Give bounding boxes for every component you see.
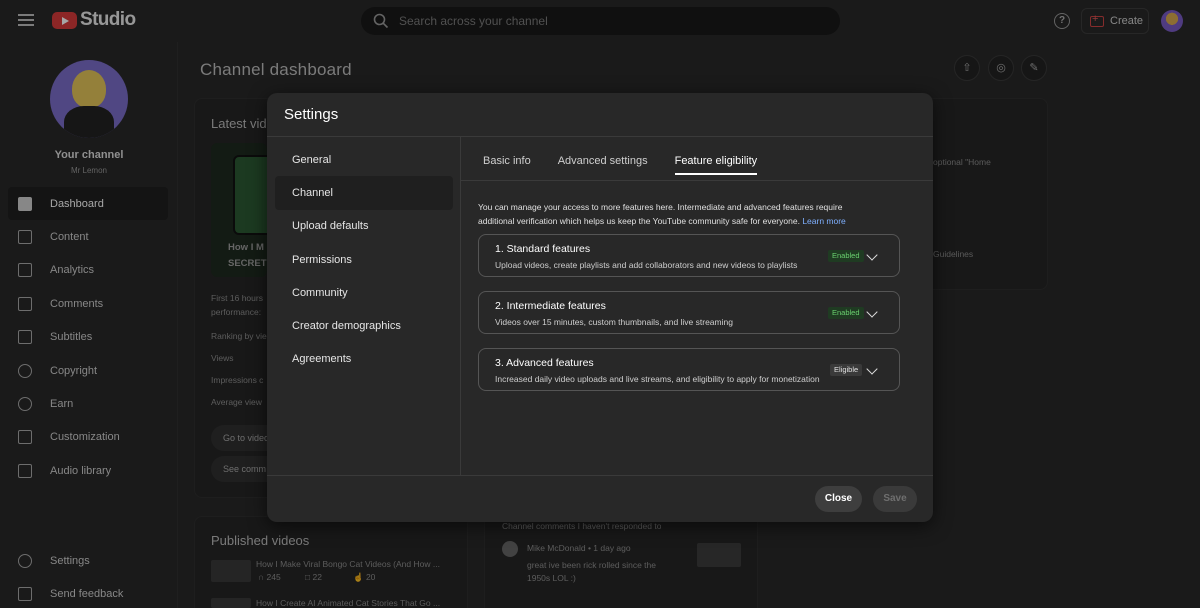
settings-nav: General Channel Upload defaults Permissi…	[275, 143, 453, 376]
feature-desc: Increased daily video uploads and live s…	[495, 374, 820, 384]
standard-features-panel[interactable]: 1. Standard features Upload videos, crea…	[478, 234, 900, 277]
tab-feature-eligibility[interactable]: Feature eligibility	[674, 155, 758, 175]
chevron-down-icon[interactable]	[866, 306, 878, 318]
feature-title: 2. Intermediate features	[495, 300, 606, 312]
status-badge: Enabled	[828, 307, 864, 319]
feature-title: 1. Standard features	[495, 243, 591, 255]
feature-title: 3. Advanced features	[495, 357, 594, 369]
tab-advanced-settings[interactable]: Advanced settings	[558, 155, 648, 175]
close-button[interactable]: Close	[815, 486, 862, 512]
tabs-divider	[461, 180, 933, 181]
status-badge: Eligible	[830, 364, 863, 376]
divider	[267, 136, 933, 137]
settings-nav-general[interactable]: General	[275, 143, 453, 176]
feature-description: You can manage your access to more featu…	[478, 200, 878, 228]
chevron-down-icon[interactable]	[866, 249, 878, 261]
learn-more-link[interactable]: Learn more	[802, 216, 845, 226]
settings-nav-permissions[interactable]: Permissions	[275, 243, 453, 276]
settings-nav-agreements[interactable]: Agreements	[275, 343, 453, 376]
settings-nav-upload-defaults[interactable]: Upload defaults	[275, 210, 453, 243]
dialog-title: Settings	[284, 106, 339, 123]
feature-desc: Upload videos, create playlists and add …	[495, 260, 798, 270]
footer-divider	[267, 475, 933, 476]
settings-nav-community[interactable]: Community	[275, 276, 453, 309]
settings-nav-channel[interactable]: Channel	[275, 176, 453, 210]
settings-nav-creator-demographics[interactable]: Creator demographics	[275, 309, 453, 342]
feature-desc: Videos over 15 minutes, custom thumbnail…	[495, 317, 733, 327]
chevron-down-icon[interactable]	[866, 363, 878, 375]
save-button[interactable]: Save	[873, 486, 917, 512]
settings-tabs: Basic info Advanced settings Feature eli…	[483, 155, 784, 175]
status-badge: Enabled	[828, 250, 864, 262]
intermediate-features-panel[interactable]: 2. Intermediate features Videos over 15 …	[478, 291, 900, 334]
advanced-features-panel[interactable]: 3. Advanced features Increased daily vid…	[478, 348, 900, 391]
description-text: You can manage your access to more featu…	[478, 202, 843, 226]
divider-vertical	[460, 137, 461, 475]
settings-dialog: Settings General Channel Upload defaults…	[267, 93, 933, 522]
tab-basic-info[interactable]: Basic info	[483, 155, 531, 175]
